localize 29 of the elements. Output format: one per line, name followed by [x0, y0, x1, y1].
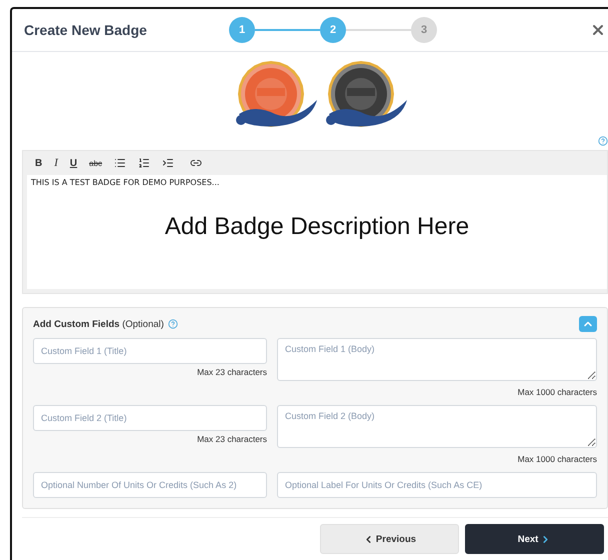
custom-field-title-input[interactable]: Custom Field 2 (Title)	[33, 405, 267, 431]
description-editor[interactable]: THIS IS A TEST BADGE FOR DEMO PURPOSES... Add Badge Description Here	[27, 175, 607, 289]
italic-button[interactable]: I	[54, 157, 58, 169]
bold-button[interactable]: B	[35, 158, 42, 168]
next-button[interactable]: Next	[465, 524, 604, 554]
character-limit-hint: Max 1000 characters	[518, 454, 597, 464]
previous-button[interactable]: Previous	[320, 524, 459, 554]
custom-field-body-input[interactable]: Custom Field 1 (Body)	[277, 338, 597, 381]
character-limit-hint: Max 23 characters	[197, 367, 267, 377]
editor-text: THIS IS A TEST BADGE FOR DEMO PURPOSES...	[31, 178, 220, 187]
link-button[interactable]	[190, 157, 202, 169]
close-icon[interactable]	[590, 22, 606, 38]
character-limit-hint: Max 23 characters	[197, 434, 267, 444]
custom-field-body-input[interactable]: Custom Field 2 (Body)	[277, 405, 597, 448]
strikethrough-button[interactable]: abc	[89, 158, 102, 168]
numbered-list-button[interactable]	[138, 157, 150, 169]
step-indicator: 3	[411, 17, 437, 43]
units-label-input[interactable]: Optional Label For Units Or Credits (Such As CE)	[277, 472, 597, 498]
indent-button[interactable]	[162, 157, 174, 169]
underline-button[interactable]: U	[70, 158, 78, 168]
description-overlay-text: Add Badge Description Here	[164, 213, 470, 241]
dialog-title: Create New Badge	[24, 22, 148, 38]
step-indicator: 2	[320, 17, 346, 43]
help-icon[interactable]	[598, 136, 608, 146]
custom-fields-title: Add Custom Fields (Optional)	[33, 318, 164, 330]
step-indicator: 1	[229, 17, 255, 43]
character-limit-hint: Max 1000 characters	[518, 387, 597, 397]
units-number-input[interactable]: Optional Number Of Units Or Credits (Such As 2)	[33, 472, 267, 498]
custom-field-title-input[interactable]: Custom Field 1 (Title)	[33, 338, 267, 364]
